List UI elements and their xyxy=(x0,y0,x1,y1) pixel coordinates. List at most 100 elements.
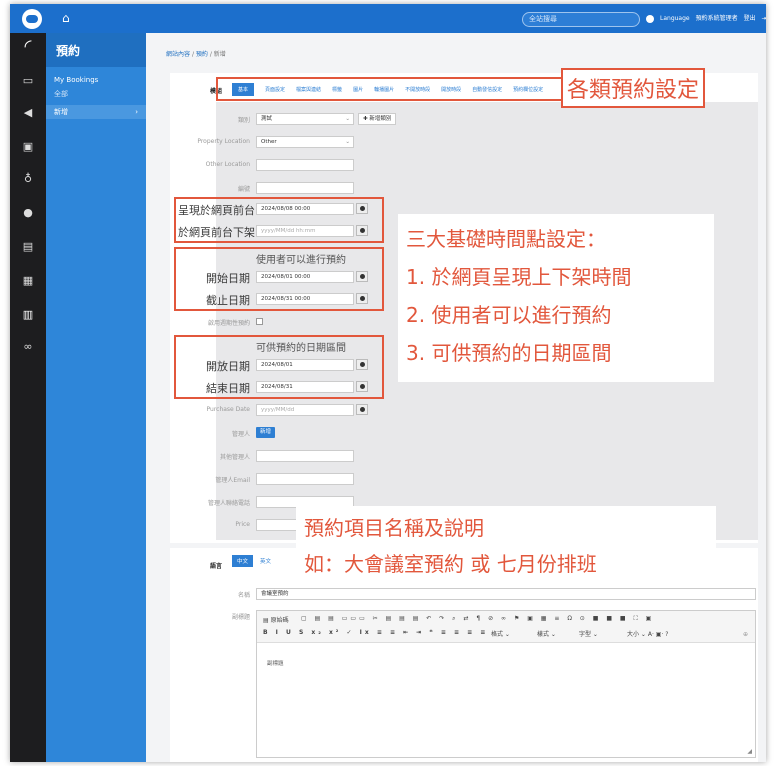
chevron-down-icon: ⌄ xyxy=(345,139,350,145)
language-link[interactable]: Language xyxy=(660,15,690,22)
booking-end-clear-button[interactable] xyxy=(356,293,368,304)
close-date-label: 結束日期 xyxy=(206,382,250,395)
tabs-highlight xyxy=(216,77,564,101)
subtitle-editor[interactable]: ▤ 原始碼 ▢ ▤ ▤ ▭▭▭ ✂ ▤ ▤ ▤ ↶ ↷ ⌕ ⇄ ¶ ⊘ ∞ ⚑ … xyxy=(256,610,756,758)
brand-icon[interactable]: ◜ xyxy=(18,38,38,56)
chevron-down-icon: ⌄ xyxy=(345,116,350,122)
category-value: 測試 xyxy=(261,116,273,122)
booking-start-input[interactable]: 2024/08/01 00:00 xyxy=(256,271,354,283)
add-manager-button[interactable]: 新增 xyxy=(256,427,276,438)
other-manager-label: 其他管理人 xyxy=(219,454,250,461)
other-location-label: Other Location xyxy=(205,161,250,168)
booking-group-title: 使用者可以進行預約 xyxy=(256,255,346,266)
list-icon[interactable]: ▦ xyxy=(22,275,34,287)
other-manager-input[interactable] xyxy=(256,450,354,462)
editor-toolbar-row2-icons[interactable]: B I U S x₂ x² ✓ Ix ≡ ≡ ⇤ ⇥ ❝ ≡ ≡ ≡ ≡ xyxy=(263,629,488,636)
sidebar-item-all[interactable]: 全部 xyxy=(46,87,146,101)
manager-label: 管理人 xyxy=(231,431,250,438)
price-label: Price xyxy=(235,521,250,528)
unpublish-label: 於網頁前台下架 xyxy=(178,226,255,239)
font-select[interactable]: 字型 ⌄ xyxy=(579,629,598,638)
briefcase-icon[interactable]: ▣ xyxy=(22,141,34,153)
property-location-select[interactable]: Other ⌄ xyxy=(256,136,354,148)
source-button[interactable]: ▤ 原始碼 xyxy=(263,615,289,624)
logout-link[interactable]: 登出 xyxy=(744,15,756,22)
tab-english[interactable]: 英文 xyxy=(260,557,271,565)
property-location-label: Property Location xyxy=(197,138,250,145)
category-select[interactable]: 測試 ⌄ xyxy=(256,113,354,125)
plus-icon[interactable]: ⊕ xyxy=(743,631,748,638)
main-content: 網站內容 / 預約 / 新增 模組 基本 頁面設定 檔案與連結 標籤 圖片 輪播… xyxy=(146,33,766,762)
user-name[interactable]: 預約系統管理者 xyxy=(696,15,738,22)
stack-icon[interactable]: ▤ xyxy=(22,241,34,253)
name-input[interactable]: 會議室預約 xyxy=(256,588,756,600)
link-icon[interactable]: ∞ xyxy=(22,341,34,353)
subtitle-label: 副標題 xyxy=(231,614,250,621)
time-callout-item-1: 1. 於網頁呈現上下架時間 xyxy=(406,265,632,289)
purchase-date-clear-button[interactable] xyxy=(356,404,368,415)
bulb-icon[interactable]: ♁ xyxy=(22,173,34,185)
category-label: 類別 xyxy=(237,117,250,124)
breadcrumb-separator: / xyxy=(209,51,212,58)
publish-clear-button[interactable] xyxy=(356,203,368,214)
home-icon[interactable]: ⌂ xyxy=(62,11,70,25)
top-right-menu: Language 預約系統管理者 登出 ⇥ xyxy=(646,13,766,23)
booking-start-clear-button[interactable] xyxy=(356,271,368,282)
booking-end-input[interactable]: 2024/08/31 00:00 xyxy=(256,293,354,305)
language-label: 語言 xyxy=(210,563,223,570)
settings-callout: 各類預約設定 xyxy=(561,68,706,108)
name-callout-title: 預約項目名稱及說明 xyxy=(304,516,484,540)
time-callout-item-3: 3. 可供預約的日期區間 xyxy=(406,341,612,365)
purchase-date-label: Purchase Date xyxy=(206,406,251,413)
sidebar-item-my-bookings[interactable]: My Bookings xyxy=(46,73,146,87)
booking-start-label: 開始日期 xyxy=(206,272,250,285)
publish-input[interactable]: 2024/08/08 00:00 xyxy=(256,203,354,215)
time-callout-title: 三大基礎時間點設定： xyxy=(406,227,606,251)
book-icon[interactable]: ▥ xyxy=(22,309,34,321)
globe-icon xyxy=(646,14,654,23)
manager-email-label: 管理人Email xyxy=(215,477,250,484)
sidebar-item-new[interactable]: 新增 › xyxy=(46,105,146,119)
periodic-checkbox[interactable] xyxy=(256,318,263,325)
unpublish-input[interactable]: yyyy/MM/dd hh:mm xyxy=(256,225,354,237)
breadcrumb-content[interactable]: 網站內容 xyxy=(166,51,190,58)
manager-email-input[interactable] xyxy=(256,473,354,485)
open-date-input[interactable]: 2024/08/01 xyxy=(256,359,354,371)
close-date-clear-button[interactable] xyxy=(356,381,368,392)
editor-body[interactable]: 副標題 xyxy=(267,659,284,667)
name-callout-example: 如：大會議室預約 或 七月份排班 xyxy=(304,552,597,576)
available-group-title: 可供預約的日期區間 xyxy=(256,343,346,354)
monitor-icon[interactable]: ▭ xyxy=(22,75,34,87)
sidebar-item-label: 新增 xyxy=(54,108,68,116)
code-input[interactable] xyxy=(256,182,354,194)
style-select[interactable]: 樣式 ⌄ xyxy=(537,629,556,638)
breadcrumb-booking[interactable]: 預約 xyxy=(196,51,208,58)
megaphone-icon[interactable]: ◀ xyxy=(22,107,34,119)
breadcrumb-separator: / xyxy=(191,51,194,58)
logout-icon[interactable]: ⇥ xyxy=(762,15,766,22)
open-date-label: 開放日期 xyxy=(206,360,250,373)
app-window: ⌂ 全站搜尋 Language 預約系統管理者 登出 ⇥ ◜ ▭ ◀ ▣ ♁ ● ▤ … xyxy=(10,4,766,762)
format-select[interactable]: 格式 ⌄ xyxy=(491,629,510,638)
time-callout-item-2: 2. 使用者可以進行預約 xyxy=(406,303,612,327)
unpublish-clear-button[interactable] xyxy=(356,225,368,236)
editor-toolbar-row1-icons[interactable]: ▢ ▤ ▤ ▭▭▭ ✂ ▤ ▤ ▤ ↶ ↷ ⌕ ⇄ ¶ ⊘ ∞ ⚑ ▣ ▦ ≡ … xyxy=(301,615,654,623)
search-input[interactable]: 全站搜尋 xyxy=(522,12,640,27)
purchase-date-input[interactable]: yyyy/MM/dd xyxy=(256,404,354,416)
time-callout: 三大基礎時間點設定： 1. 於網頁呈現上下架時間 2. 使用者可以進行預約 3.… xyxy=(398,214,714,382)
other-location-input[interactable] xyxy=(256,159,354,171)
help-icon[interactable]: ● xyxy=(22,207,34,219)
sidebar-title: 預約 xyxy=(46,33,146,67)
close-date-input[interactable]: 2024/08/31 xyxy=(256,381,354,393)
tab-chinese[interactable]: 中文 xyxy=(232,555,254,567)
periodic-label: 啟用週期性預約 xyxy=(207,320,250,327)
size-select[interactable]: 大小 ⌄ A· ▣· ? xyxy=(627,629,668,638)
breadcrumb-current: 新增 xyxy=(213,51,226,58)
add-category-button[interactable]: ✚ 新增類別 xyxy=(358,113,397,125)
icon-bar: ◜ ▭ ◀ ▣ ♁ ● ▤ ▦ ▥ ∞ xyxy=(10,33,46,762)
sidebar: 預約 My Bookings 全部 新增 › xyxy=(46,33,146,762)
resize-handle-icon[interactable]: ◢ xyxy=(747,748,752,755)
app-logo[interactable] xyxy=(22,9,42,29)
open-date-clear-button[interactable] xyxy=(356,359,368,370)
booking-end-label: 截止日期 xyxy=(206,294,250,307)
